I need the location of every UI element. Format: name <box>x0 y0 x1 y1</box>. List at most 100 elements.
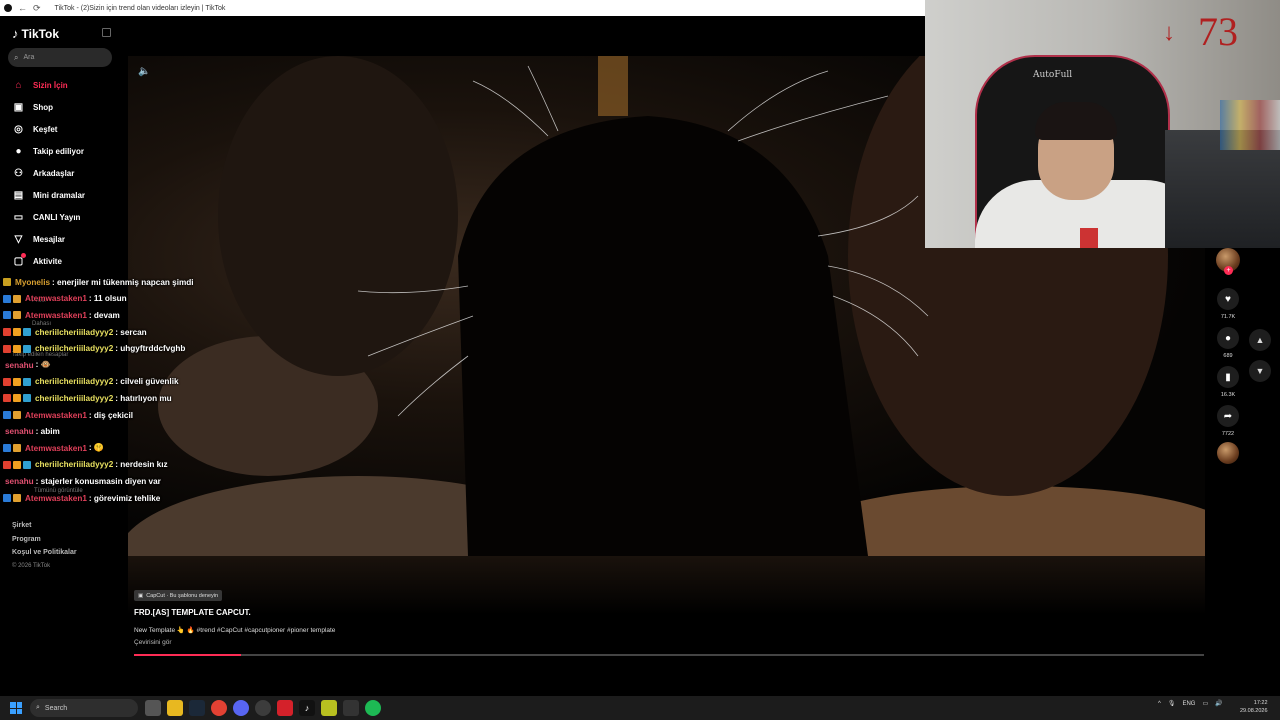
friends-icon: ⚇ <box>14 167 23 179</box>
volume-icon[interactable]: 🔈 <box>138 66 150 77</box>
like-count: 71.7K <box>1220 314 1236 320</box>
collapse-sidebar-icon[interactable] <box>102 28 111 37</box>
task-view-icon[interactable] <box>145 700 161 716</box>
app-dark-icon[interactable] <box>343 700 359 716</box>
see-translation-link[interactable]: Çevirisini gör <box>134 639 172 646</box>
footer-link-company[interactable]: Şirket <box>12 519 77 533</box>
capcut-template-tag[interactable]: ▣ CapCut · Bu şablonu deneyin <box>134 590 223 601</box>
chat-text: : diş çekicil <box>88 410 134 420</box>
video-progress-fill <box>134 654 241 656</box>
settings-gear-icon[interactable] <box>255 700 271 716</box>
sidebar-item-label: Keşfet <box>33 124 58 134</box>
follow-plus-icon[interactable]: + <box>1224 266 1233 275</box>
like-action[interactable]: ♥ 71.7K <box>1214 288 1242 320</box>
sidebar-item-live[interactable]: ▭ CANLI Yayın <box>0 206 128 228</box>
comment-icon[interactable]: ● <box>1217 327 1239 349</box>
bookmark-icon[interactable]: ▮ <box>1217 366 1239 388</box>
chat-text: : sercan <box>115 327 147 337</box>
sidebar-item-friends[interactable]: ⚇ Arkadaşlar <box>0 162 128 184</box>
avatar[interactable]: + <box>1216 248 1240 275</box>
sidebar-item-label: Aktivite <box>33 256 62 266</box>
app-red-icon[interactable] <box>277 700 293 716</box>
network-icon[interactable]: ▭ <box>1202 700 1208 707</box>
chat-username: Atemwastaken1 <box>25 294 87 304</box>
chat-username: cheriilcheriiiladyyy2 <box>35 393 114 403</box>
chat-badge-icon <box>13 328 21 337</box>
footer-link-program[interactable]: Program <box>12 533 77 547</box>
chat-badge-icon <box>3 278 11 287</box>
chat-username: senahu <box>5 360 34 370</box>
discord-icon[interactable] <box>233 700 249 716</box>
sidebar-footer: Şirket Program Koşul ve Politikalar © 20… <box>12 519 77 573</box>
system-tray: ^ 🎙 ENG ▭ 🔊 <box>1158 700 1223 708</box>
chat-username: cheriilcheriiiladyyy2 <box>35 377 114 387</box>
chevron-up-icon[interactable]: ^ <box>1158 701 1161 707</box>
app-yellow-icon[interactable] <box>321 700 337 716</box>
chat-badge-icon <box>3 444 11 453</box>
file-explorer-icon[interactable] <box>167 700 183 716</box>
sidebar-item-following[interactable]: ● Takip ediliyor <box>0 140 128 162</box>
live-tv-icon: ▭ <box>13 211 24 223</box>
creator-avatar[interactable]: + <box>1214 248 1242 275</box>
sidebar-item-activity[interactable]: ▢ Aktivite <box>0 250 128 272</box>
sidebar-item-label: Mini dramalar <box>33 190 86 200</box>
taskbar-clock[interactable]: 17:22 29.08.2026 <box>1240 699 1268 715</box>
footer-link-terms[interactable]: Koşul ve Politikalar <box>12 546 77 560</box>
sidebar-item-for-you[interactable]: ⌂ Sizin İçin <box>0 74 128 96</box>
chat-message: Atemwastaken1: görevimiz tehlike <box>3 490 383 507</box>
tiktok-app-icon[interactable]: ♪ <box>299 700 315 716</box>
chat-message: cheriilcheriiiladyyy2: nerdesin kız <box>3 457 383 474</box>
chat-badge-icon <box>13 444 21 453</box>
sidebar-item-explore[interactable]: ◎ Keşfet <box>0 118 128 140</box>
taskbar-search-label: Search <box>44 704 68 712</box>
taskbar-search[interactable]: ⌕ Search <box>30 699 138 717</box>
heart-icon[interactable]: ♥ <box>1217 288 1239 310</box>
save-action[interactable]: ▮ 16.3K <box>1214 366 1242 398</box>
next-video-button[interactable]: ▼ <box>1249 360 1271 382</box>
share-arrow-icon[interactable]: ➦ <box>1217 405 1239 427</box>
chevron-up-icon: ▲ <box>1255 335 1265 345</box>
tiktok-logo[interactable]: ♪ TikTok <box>12 26 59 41</box>
steam-icon[interactable] <box>189 700 205 716</box>
sidebar-item-label: Mesajlar <box>33 234 66 244</box>
tab-title[interactable]: TikTok - (2)Sizin için trend olan videol… <box>55 5 226 12</box>
chrome-icon[interactable] <box>211 700 227 716</box>
streamer-hair <box>1035 102 1117 140</box>
chat-badge-icon <box>23 328 31 337</box>
search-box[interactable]: ⌕ <box>8 48 112 67</box>
chat-message: cheriilcheriiiladyyy2: hatırlıyon mu <box>3 390 383 407</box>
sidebar-item-shop[interactable]: ▣ Shop <box>0 96 128 118</box>
sidebar-item-label: CANLI Yayın <box>33 212 81 222</box>
comment-count: 689 <box>1223 353 1233 359</box>
chat-username: senahu <box>5 476 34 486</box>
search-input[interactable] <box>23 54 104 61</box>
spotify-icon[interactable] <box>365 700 381 716</box>
music-disc-icon[interactable] <box>1217 442 1239 464</box>
sound-disc[interactable] <box>1214 442 1242 464</box>
chat-message: Myonelis: enerjiler mi tükenmiş napcan ş… <box>3 274 383 291</box>
back-arrow-icon[interactable]: ← <box>18 3 27 13</box>
chat-message: Atemwastaken1: 🤫 <box>3 440 383 457</box>
windows-taskbar: ⌕ Search ♪ ^ 🎙 ENG ▭ 🔊 17:22 29.08.2026 <box>0 696 1280 720</box>
chat-text: : uhgyftrddcfvghb <box>115 344 186 354</box>
language-indicator[interactable]: ENG <box>1182 701 1195 707</box>
chat-text: : enerjiler mi tükenmiş napcan şimdi <box>52 277 194 287</box>
tiktok-note-icon: ♪ <box>12 26 19 41</box>
chat-badge-icon <box>13 460 21 469</box>
comment-action[interactable]: ● 689 <box>1214 327 1242 359</box>
refresh-icon[interactable]: ⟳ <box>33 3 41 14</box>
speaker-icon[interactable]: 🔊 <box>1215 700 1222 707</box>
video-description[interactable]: New Template 👆 🔥 #trend #CapCut #capcutp… <box>134 626 335 634</box>
share-action[interactable]: ➦ 7722 <box>1214 405 1242 437</box>
sidebar-item-label: Arkadaşlar <box>33 168 75 178</box>
microphone-icon[interactable]: 🎙 <box>1168 700 1176 707</box>
sidebar-item-label: Takip ediliyor <box>33 146 84 156</box>
chat-badge-icon <box>3 494 11 503</box>
sidebar-item-mini-dramas[interactable]: ▤ Mini dramalar <box>0 184 128 206</box>
windows-start-icon[interactable] <box>10 702 22 714</box>
sidebar-item-messages[interactable]: ▽ Mesajlar <box>0 228 128 250</box>
video-progress-bar[interactable] <box>134 654 1204 656</box>
previous-video-button[interactable]: ▲ <box>1249 329 1271 351</box>
chat-message: cheriilcheriiiladyyy2: uhgyftrddcfvghb <box>3 340 383 357</box>
chat-message: cheriilcheriiiladyyy2: cilveli güvenlik <box>3 374 383 391</box>
